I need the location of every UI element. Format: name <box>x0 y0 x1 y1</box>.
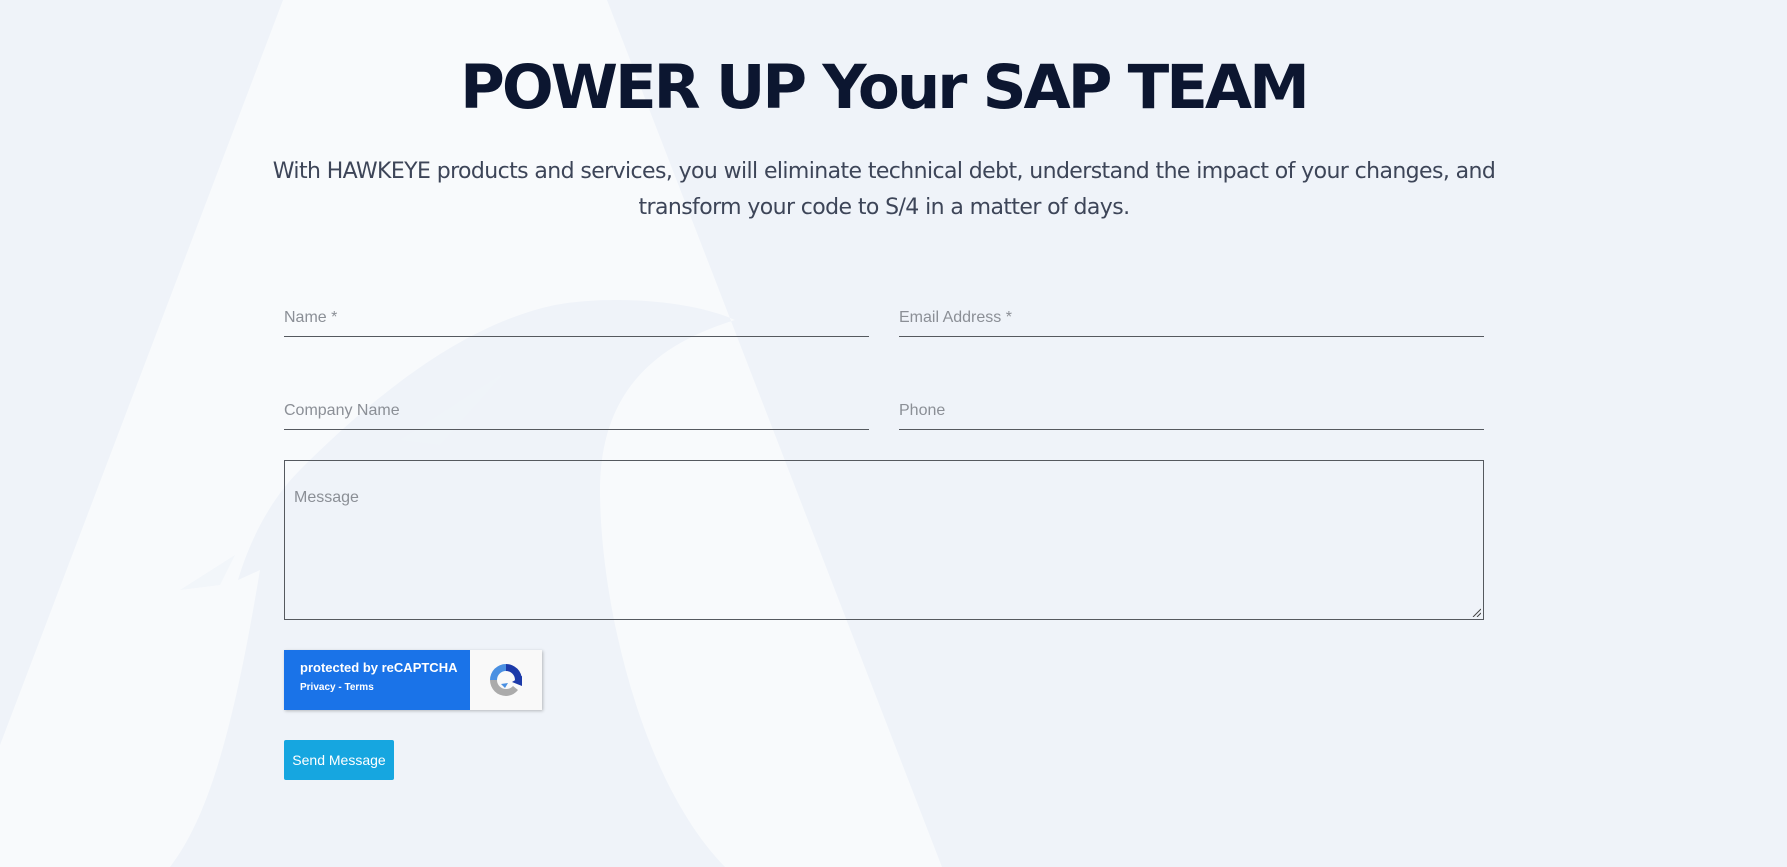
page-subtitle: With HAWKEYE products and services, you … <box>272 159 1496 220</box>
send-message-button[interactable]: Send Message <box>284 740 394 780</box>
name-field-wrapper <box>284 300 869 337</box>
company-field-wrapper <box>284 393 869 430</box>
email-field-wrapper <box>899 300 1484 337</box>
phone-field-wrapper <box>899 393 1484 430</box>
background-logo-watermark <box>0 0 942 867</box>
message-field-wrapper <box>284 460 1484 620</box>
message-textarea[interactable] <box>285 461 1483 619</box>
name-input[interactable] <box>284 300 869 336</box>
recaptcha-privacy-link[interactable]: Privacy <box>300 682 336 693</box>
recaptcha-text-panel: protected by reCAPTCHA Privacy - Terms <box>284 650 470 710</box>
resize-grip-icon[interactable] <box>1471 607 1481 617</box>
recaptcha-logo-icon <box>490 664 522 696</box>
recaptcha-protected-label: protected by reCAPTCHA <box>300 660 458 675</box>
company-name-input[interactable] <box>284 393 869 429</box>
recaptcha-links: Privacy - Terms <box>300 682 470 694</box>
phone-input[interactable] <box>899 393 1484 429</box>
recaptcha-badge[interactable]: protected by reCAPTCHA Privacy - Terms <box>284 650 542 710</box>
recaptcha-logo-panel <box>470 650 542 710</box>
page-title: POWER UP Your SAP TEAM <box>460 52 1310 123</box>
email-input[interactable] <box>899 300 1484 336</box>
recaptcha-terms-link[interactable]: Terms <box>344 682 373 693</box>
